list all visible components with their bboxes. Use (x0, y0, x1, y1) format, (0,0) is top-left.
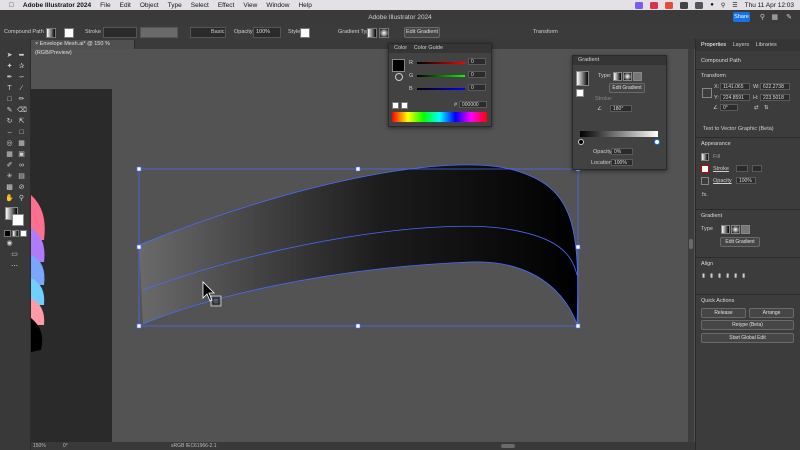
color-panel-tabs: Color Color Guide (389, 44, 491, 53)
none-swatch[interactable] (392, 102, 399, 109)
y-label: Y: (714, 95, 719, 101)
green-slider[interactable] (417, 75, 465, 77)
gradient-stop-right[interactable] (654, 139, 660, 145)
tab-properties[interactable]: Properties (701, 42, 726, 48)
gradient-preview-swatch[interactable] (576, 71, 589, 86)
r-value-field[interactable]: 0 (468, 58, 486, 65)
selection-type: Compound Path (701, 58, 741, 64)
align-icons[interactable]: ▮▮▮▮▮▮ (702, 273, 750, 279)
g-label: G (409, 73, 414, 79)
reference-point-icon[interactable] (702, 88, 712, 98)
red-slider[interactable] (417, 62, 465, 64)
hex-field[interactable]: 000000 (459, 101, 487, 108)
gradient-type-label: Type (701, 226, 713, 232)
retype-button[interactable]: Retype (Beta) (701, 320, 794, 330)
freeform-gradient-icon[interactable] (633, 72, 642, 81)
quick-actions-title: Quick Actions (701, 298, 735, 304)
start-global-edit-button[interactable]: Start Global Edit (701, 333, 794, 343)
stroke-preview-icon[interactable] (576, 89, 584, 97)
vertical-scrollbar[interactable] (688, 49, 694, 442)
rotate-field[interactable]: 0° (720, 104, 738, 111)
y-field[interactable]: 224.8591 (720, 94, 750, 101)
transform-title: Transform (701, 73, 726, 79)
radial-gradient-icon[interactable] (623, 72, 632, 81)
stroke-swatch-icon[interactable] (395, 73, 403, 81)
gradient-band-path (139, 164, 578, 324)
release-button[interactable]: Release (701, 308, 746, 318)
fx-icon[interactable]: fx. (702, 192, 708, 198)
horizontal-scroll-thumb[interactable] (501, 444, 515, 448)
w-label: W: (753, 84, 760, 90)
tab-layers[interactable]: Layers (733, 42, 750, 48)
stroke-weight-dropdown[interactable] (752, 165, 762, 172)
gradient-stop-left[interactable] (578, 139, 584, 145)
hex-symbol: # (454, 102, 458, 108)
arrange-button[interactable]: Arrange (749, 308, 794, 318)
g-value-field[interactable]: 0 (468, 71, 486, 78)
tab-color-guide[interactable]: Color Guide (414, 45, 443, 51)
freeform-gradient-icon[interactable] (741, 225, 750, 234)
x-label: X: (714, 84, 720, 90)
w-field[interactable]: 622.2738 (760, 83, 790, 90)
opacity-field[interactable]: 100% (736, 177, 756, 184)
gradient-panel-header: Gradient (573, 56, 666, 65)
flip-horizontal-icon[interactable]: ⇄ (754, 105, 759, 111)
gradient-title: Gradient (701, 213, 723, 219)
h-field[interactable]: 223.5018 (760, 94, 790, 101)
opacity-field[interactable]: 0% (611, 148, 633, 155)
color-panel: Color Color Guide R 0 G 0 B 0 # 000000 (388, 43, 492, 127)
rainbow-shapes (31, 195, 45, 352)
color-profile: sRGB IEC61966-2.1 (171, 443, 217, 449)
fill-label: Fill (713, 154, 721, 160)
b-value-field[interactable]: 0 (468, 84, 486, 91)
x-field[interactable]: 1141.065 (720, 83, 750, 90)
opacity-link[interactable]: Opacity (713, 178, 732, 184)
opacity-icon (701, 177, 709, 185)
rotate-icon: ∠ (713, 105, 718, 111)
edit-gradient-button[interactable]: Edit Gradient (609, 83, 645, 93)
stroke-link[interactable]: Stroke (713, 166, 729, 172)
angle-field[interactable]: 180° (610, 105, 632, 112)
properties-tabs: Properties Layers Libraries (696, 39, 800, 51)
linear-gradient-icon[interactable] (721, 225, 730, 234)
linear-gradient-icon[interactable] (613, 72, 622, 81)
type-label: Type: (598, 73, 612, 79)
align-title: Align (701, 261, 714, 267)
color-spectrum[interactable] (392, 112, 487, 122)
edit-gradient-button[interactable]: Edit Gradient (720, 237, 760, 247)
zoom-level[interactable]: 150% (33, 443, 46, 449)
properties-panel: Properties Layers Libraries Compound Pat… (695, 39, 800, 450)
flip-vertical-icon[interactable]: ⇅ (764, 105, 769, 111)
vertical-scroll-thumb[interactable] (689, 239, 693, 249)
tab-libraries[interactable]: Libraries (756, 42, 777, 48)
stroke-label: Stroke: (595, 96, 613, 102)
stroke-weight-field[interactable] (736, 165, 748, 172)
gradient-panel: Gradient Type: Edit Gradient Stroke: ∠ 1… (572, 55, 667, 170)
white-swatch[interactable] (401, 102, 408, 109)
tab-color[interactable]: Color (394, 45, 407, 51)
location-label: Location: (591, 160, 614, 166)
gradient-panel-title: Gradient (578, 57, 600, 63)
appearance-title: Appearance (701, 141, 731, 147)
r-label: R (409, 60, 413, 66)
radial-gradient-icon[interactable] (731, 225, 740, 234)
blue-slider[interactable] (417, 88, 465, 90)
envelope-mesh-shape[interactable] (138, 164, 579, 325)
text-to-vector-label[interactable]: Text to Vector Graphic (Beta) (703, 126, 774, 132)
fill-swatch[interactable] (701, 153, 709, 161)
h-label: H: (753, 95, 759, 101)
location-field[interactable]: 100% (611, 159, 633, 166)
gradient-slider[interactable] (580, 131, 658, 137)
rotation-level[interactable]: 0° (63, 443, 68, 449)
b-label: B (409, 86, 413, 92)
active-fill-swatch[interactable] (392, 59, 405, 72)
stroke-swatch[interactable] (701, 165, 709, 173)
status-bar: 150% 0° sRGB IEC61966-2.1 (31, 442, 695, 450)
angle-icon: ∠ (597, 106, 602, 112)
